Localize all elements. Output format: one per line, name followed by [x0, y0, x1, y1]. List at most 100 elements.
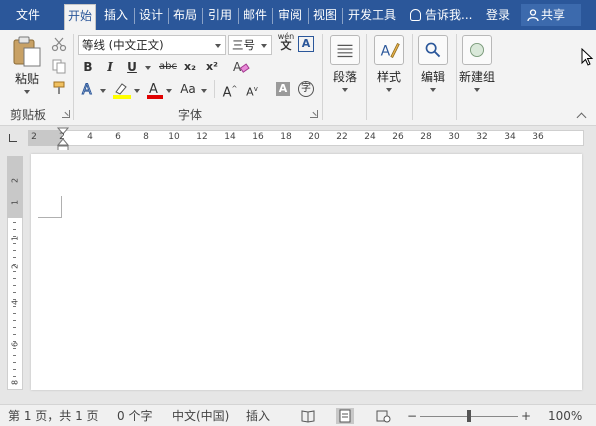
vertical-ruler-tick: [13, 229, 16, 230]
styles-dropdown-icon[interactable]: [386, 88, 392, 92]
share-label: 共享: [541, 8, 566, 22]
strikethrough-button[interactable]: abc: [156, 58, 180, 76]
underline-dropdown-icon[interactable]: [145, 66, 151, 70]
print-layout-icon[interactable]: [336, 408, 354, 424]
clear-formatting-icon[interactable]: A: [232, 58, 250, 76]
tab-view[interactable]: 视图: [310, 4, 340, 30]
ruler-number: 2: [31, 132, 37, 142]
italic-button[interactable]: I: [102, 58, 118, 76]
paste-icon[interactable]: [12, 36, 42, 68]
vertical-ruler-tick: [13, 306, 16, 307]
zoom-level[interactable]: 100%: [548, 408, 582, 424]
new-group-label[interactable]: 新建组: [454, 68, 500, 85]
vertical-ruler-tick: [13, 278, 16, 279]
styles-icon[interactable]: A: [374, 35, 404, 65]
vertical-ruler-tick: [13, 299, 16, 300]
tab-layout[interactable]: 布局: [170, 4, 200, 30]
shrink-font-button[interactable]: Av: [244, 80, 260, 99]
insert-mode[interactable]: 插入: [246, 408, 270, 424]
char-border-button[interactable]: A: [298, 36, 314, 52]
phonetic-guide-button[interactable]: wén 文: [276, 32, 296, 56]
change-case-button[interactable]: Aa: [178, 80, 198, 98]
vertical-ruler-number: 2: [10, 177, 20, 184]
document-page[interactable]: [31, 154, 582, 390]
web-layout-icon[interactable]: [374, 408, 392, 424]
ruler-number: 32: [476, 132, 488, 142]
text-effect-dropdown-icon[interactable]: [100, 89, 106, 93]
ruler-number: 8: [143, 132, 149, 142]
editing-dropdown-icon[interactable]: [430, 88, 436, 92]
font-size-select[interactable]: 三号: [228, 35, 272, 55]
text-effect-icon[interactable]: A: [80, 80, 98, 99]
paste-dropdown-icon[interactable]: [24, 90, 30, 94]
vertical-ruler-tick: [13, 320, 16, 321]
format-painter-icon[interactable]: [51, 80, 67, 96]
tab-references[interactable]: 引用: [204, 4, 236, 30]
superscript-button[interactable]: x²: [204, 58, 220, 76]
tab-home[interactable]: 开始: [64, 4, 96, 30]
highlight-icon[interactable]: [112, 80, 132, 100]
share-button[interactable]: 共享: [521, 4, 581, 26]
svg-text:A: A: [381, 44, 391, 60]
font-color-icon[interactable]: A: [146, 80, 164, 100]
ruler-number: 20: [308, 132, 320, 142]
zoom-out-button[interactable]: −: [407, 408, 417, 424]
tab-file[interactable]: 文件: [8, 4, 48, 30]
zoom-in-button[interactable]: +: [521, 408, 531, 424]
collapse-ribbon-icon[interactable]: [576, 112, 587, 123]
ruler-number: 30: [448, 132, 460, 142]
font-name-select[interactable]: 等线 (中文正文): [78, 35, 226, 55]
tab-selector-icon[interactable]: [9, 134, 17, 142]
lightbulb-icon: [410, 9, 421, 21]
ruler-number: 12: [196, 132, 208, 142]
login-link[interactable]: 登录: [486, 4, 510, 26]
new-group-dropdown-icon[interactable]: [474, 88, 480, 92]
ruler-number: 2: [59, 132, 65, 142]
font-color-dropdown-icon[interactable]: [166, 89, 172, 93]
change-case-dropdown-icon[interactable]: [201, 89, 207, 93]
vertical-ruler-tick: [13, 376, 16, 377]
editing-label[interactable]: 编辑: [414, 68, 452, 85]
language-indicator[interactable]: 中文(中国): [172, 408, 229, 424]
copy-icon[interactable]: [51, 58, 67, 74]
vertical-ruler-tick: [13, 355, 16, 356]
paragraph-dropdown-icon[interactable]: [342, 88, 348, 92]
page-count[interactable]: 第 1 页，共 1 页: [8, 408, 99, 424]
tab-review[interactable]: 审阅: [274, 4, 306, 30]
clipboard-launcher-icon[interactable]: [62, 110, 70, 118]
vertical-ruler-tick: [13, 250, 16, 251]
chevron-down-icon: [215, 44, 221, 48]
paste-label[interactable]: 粘贴: [12, 70, 42, 87]
new-group-icon[interactable]: [462, 35, 492, 65]
ruler-number: 34: [504, 132, 516, 142]
highlight-dropdown-icon[interactable]: [134, 89, 140, 93]
vertical-ruler-number: 6: [10, 341, 20, 348]
tell-me-text: 告诉我...: [425, 8, 473, 22]
enclose-char-button[interactable]: 字: [298, 81, 314, 97]
tab-mailings[interactable]: 邮件: [240, 4, 270, 30]
ribbon-tab-bar: 文件 开始 插入 设计 布局 引用 邮件 审阅 视图 开发工具 告诉我... 登…: [0, 0, 596, 30]
editing-icon[interactable]: [418, 35, 448, 65]
bold-button[interactable]: B: [80, 58, 96, 76]
styles-label[interactable]: 样式: [370, 68, 408, 85]
vertical-ruler-number: 4: [10, 299, 20, 306]
tab-insert[interactable]: 插入: [100, 4, 132, 30]
tab-separator: [308, 8, 309, 24]
tell-me-box[interactable]: 告诉我...: [410, 4, 472, 26]
subscript-button[interactable]: x₂: [182, 58, 198, 76]
char-shading-button[interactable]: A: [276, 82, 290, 96]
underline-button[interactable]: U: [124, 58, 140, 76]
shrink-font-letter: A: [246, 85, 254, 99]
word-count[interactable]: 0 个字: [117, 408, 152, 424]
paragraph-label[interactable]: 段落: [326, 68, 364, 85]
font-launcher-icon[interactable]: [310, 110, 318, 118]
paragraph-icon[interactable]: [330, 35, 360, 65]
grow-font-button[interactable]: A^: [222, 80, 238, 100]
tab-design[interactable]: 设计: [136, 4, 166, 30]
tab-separator: [238, 8, 239, 24]
tab-developer[interactable]: 开发工具: [344, 4, 400, 30]
cut-icon[interactable]: [51, 36, 67, 52]
zoom-slider-thumb[interactable]: [467, 410, 471, 422]
chevron-down-icon: [261, 44, 267, 48]
read-mode-icon[interactable]: [299, 408, 317, 424]
